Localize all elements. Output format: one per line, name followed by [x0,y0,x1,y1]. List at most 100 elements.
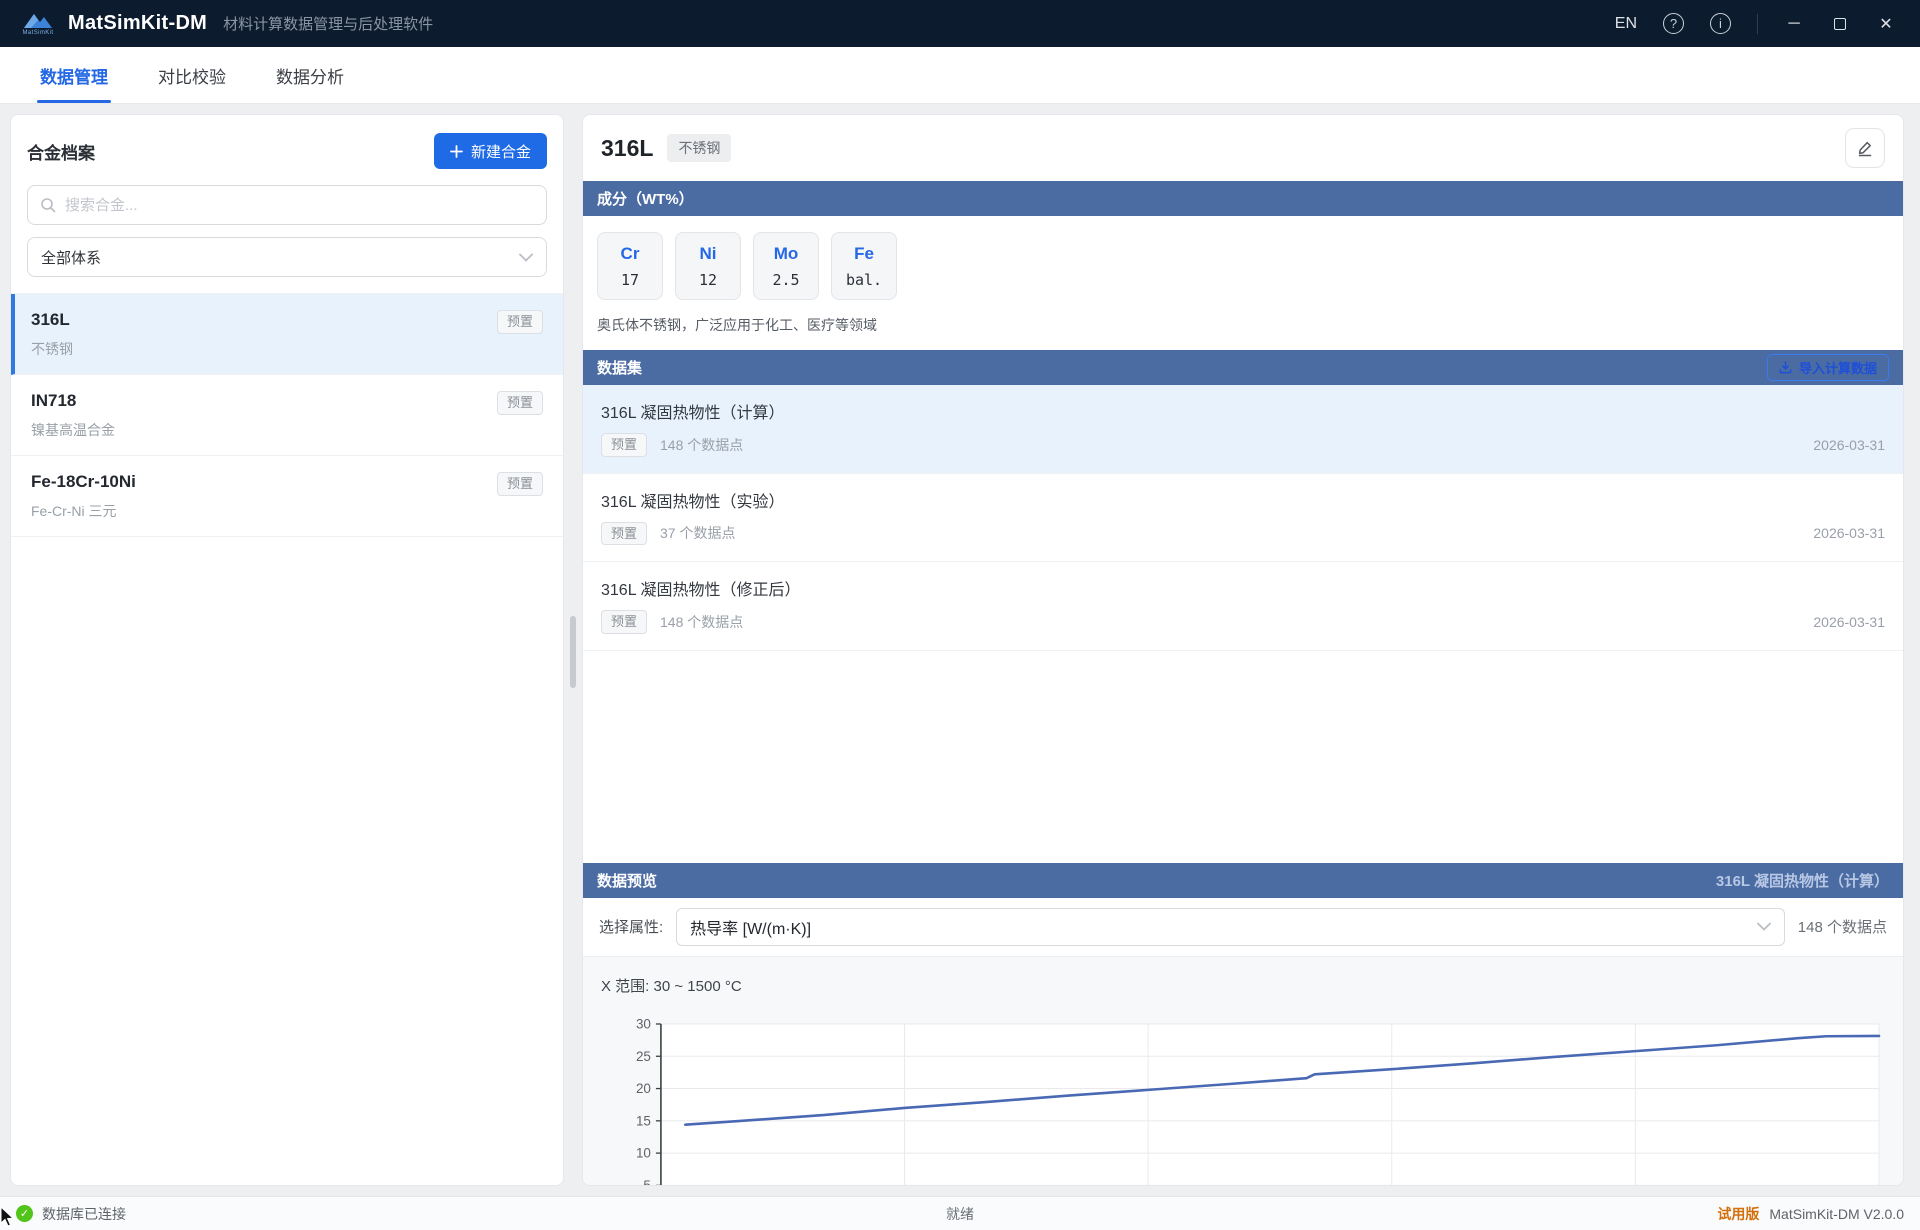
alloy-detail-panel: 316L 不锈钢 成分（WT%） Cr 17 [582,114,1904,1186]
mountain-logo-icon [22,12,54,29]
composition-header-label: 成分（WT%） [597,188,694,209]
alloy-item-in718[interactable]: IN718 镍基高温合金 预置 [11,375,563,456]
check-circle-icon: ✓ [16,1205,33,1222]
preview-section-header: 数据预览 316L 凝固热物性（计算） [583,863,1903,898]
language-toggle-button[interactable]: EN [1615,15,1637,33]
edit-pencil-icon [1856,139,1874,157]
scrollbar-thumb[interactable] [570,616,576,688]
dataset-item-calculated[interactable]: 316L 凝固热物性（计算） 预置 148 个数据点 2026-03-31 [583,385,1903,474]
db-connection-status: ✓ 数据库已连接 [16,1204,645,1224]
alloy-list: 316L 不锈钢 预置 IN718 镍基高温合金 预置 Fe-18Cr-10Ni [11,293,563,1185]
edit-alloy-button[interactable] [1845,128,1885,168]
dataset-item-corrected[interactable]: 316L 凝固热物性（修正后） 预置 148 个数据点 2026-03-31 [583,562,1903,651]
alloy-description: 奥氏体不锈钢，广泛应用于化工、医疗等领域 [583,300,1903,350]
version-info: 试用版 MatSimKit-DM V2.0.0 [1275,1204,1904,1224]
element-value: 12 [676,271,740,289]
dataset-name: 316L 凝固热物性（实验） [601,488,784,512]
element-symbol: Fe [832,244,896,264]
composition-body: Cr 17 Ni 12 Mo 2.5 Fe bal. [583,216,1903,300]
dataset-meta: 预置 148 个数据点 [601,610,800,634]
svg-text:25: 25 [636,1049,651,1064]
dataset-item-experimental[interactable]: 316L 凝固热物性（实验） 预置 37 个数据点 2026-03-31 [583,474,1903,563]
maximize-button[interactable] [1830,14,1850,34]
tab-data-management[interactable]: 数据管理 [37,47,111,103]
dataset-meta: 预置 148 个数据点 [601,433,784,457]
property-row: 选择属性: 热导率 [W/(m·K)] 148 个数据点 [583,898,1903,956]
alloy-desc: 不锈钢 [31,339,73,359]
preset-badge: 预置 [601,433,647,457]
app-logo: MatSimKit [18,12,58,36]
import-button-label: 导入计算数据 [1799,358,1877,377]
dataset-name: 316L 凝固热物性（计算） [601,399,784,423]
property-value: 热导率 [W/(m·K)] [690,915,811,939]
import-dataset-button[interactable]: 导入计算数据 [1767,354,1889,381]
search-input[interactable] [65,197,534,214]
chart-section: X 范围: 30 ~ 1500 °C 051015202530030060090… [583,956,1903,1185]
close-button[interactable]: ✕ [1876,14,1896,34]
logo-caption: MatSimKit [23,30,54,36]
preview-chart: 05101520253003006009001,2001,500Temperat… [599,1012,1887,1186]
tab-data-analysis[interactable]: 数据分析 [273,47,347,103]
plus-icon [450,145,463,158]
svg-text:20: 20 [636,1081,651,1096]
dataset-points: 148 个数据点 [660,435,743,455]
dataset-name: 316L 凝固热物性（修正后） [601,576,800,600]
x-range-label: X 范围: 30 ~ 1500 °C [601,975,1887,996]
import-icon [1779,361,1792,374]
alloy-panel-title: 合金档案 [27,139,95,164]
alloy-desc: 镍基高温合金 [31,420,115,440]
alloy-title: 316L [601,135,653,162]
alloy-archive-panel: 合金档案 新建合金 全部体系 [10,114,564,1186]
tab-label: 对比校验 [158,63,226,88]
dataset-list-spacer [583,651,1903,863]
search-icon [40,197,56,213]
alloy-item-text: IN718 镍基高温合金 [31,391,115,440]
alloy-item-fe18cr10ni[interactable]: Fe-18Cr-10Ni Fe-Cr-Ni 三元 预置 [11,456,563,537]
element-chip-ni: Ni 12 [675,232,741,300]
preset-badge: 预置 [497,472,543,496]
element-chip-cr: Cr 17 [597,232,663,300]
dataset-date: 2026-03-31 [1813,525,1885,545]
ready-status: 就绪 [645,1204,1274,1224]
property-label: 选择属性: [599,916,663,937]
minimize-button[interactable]: ─ [1784,14,1804,34]
property-select[interactable]: 热导率 [W/(m·K)] [676,908,1785,946]
titlebar-controls: EN ? i ─ ✕ [1615,13,1896,34]
dataset-points: 148 个数据点 [660,612,743,632]
preview-header-label: 数据预览 [597,870,657,891]
info-icon[interactable]: i [1710,13,1731,34]
dataset-meta: 预置 37 个数据点 [601,522,784,546]
tab-comparison-check[interactable]: 对比校验 [155,47,229,103]
app-subtitle: 材料计算数据管理与后处理软件 [223,13,433,34]
alloy-item-text: Fe-18Cr-10Ni Fe-Cr-Ni 三元 [31,472,136,521]
main-tabbar: 数据管理 对比校验 数据分析 [0,47,1920,104]
svg-text:5: 5 [643,1178,651,1186]
app-title: MatSimKit-DM [68,12,207,35]
composition-chips: Cr 17 Ni 12 Mo 2.5 Fe bal. [597,232,1889,300]
new-alloy-label: 新建合金 [471,141,531,162]
datasets-header-label: 数据集 [597,357,642,378]
tab-label: 数据分析 [276,63,344,88]
alloy-item-316l[interactable]: 316L 不锈钢 预置 [11,294,563,375]
dataset-date: 2026-03-31 [1813,614,1885,634]
chevron-down-icon [1757,922,1771,931]
preview-dataset-label: 316L 凝固热物性（计算） [1716,870,1889,891]
element-chip-mo: Mo 2.5 [753,232,819,300]
dataset-item-main: 316L 凝固热物性（修正后） 预置 148 个数据点 [601,576,800,634]
help-icon[interactable]: ? [1663,13,1684,34]
svg-text:30: 30 [636,1016,651,1031]
system-filter-select[interactable]: 全部体系 [27,237,547,277]
datasets-section-header: 数据集 导入计算数据 [583,350,1903,385]
dataset-date: 2026-03-31 [1813,437,1885,457]
detail-header: 316L 不锈钢 [583,115,1903,181]
dataset-points: 37 个数据点 [660,523,735,543]
preset-badge: 预置 [497,391,543,415]
element-value: 17 [598,271,662,289]
alloy-search-box [27,185,547,225]
version-label: MatSimKit-DM V2.0.0 [1769,1206,1904,1222]
alloy-desc: Fe-Cr-Ni 三元 [31,501,136,521]
titlebar: MatSimKit MatSimKit-DM 材料计算数据管理与后处理软件 EN… [0,0,1920,47]
new-alloy-button[interactable]: 新建合金 [434,133,547,169]
dataset-item-main: 316L 凝固热物性（实验） 预置 37 个数据点 [601,488,784,546]
element-symbol: Cr [598,244,662,264]
